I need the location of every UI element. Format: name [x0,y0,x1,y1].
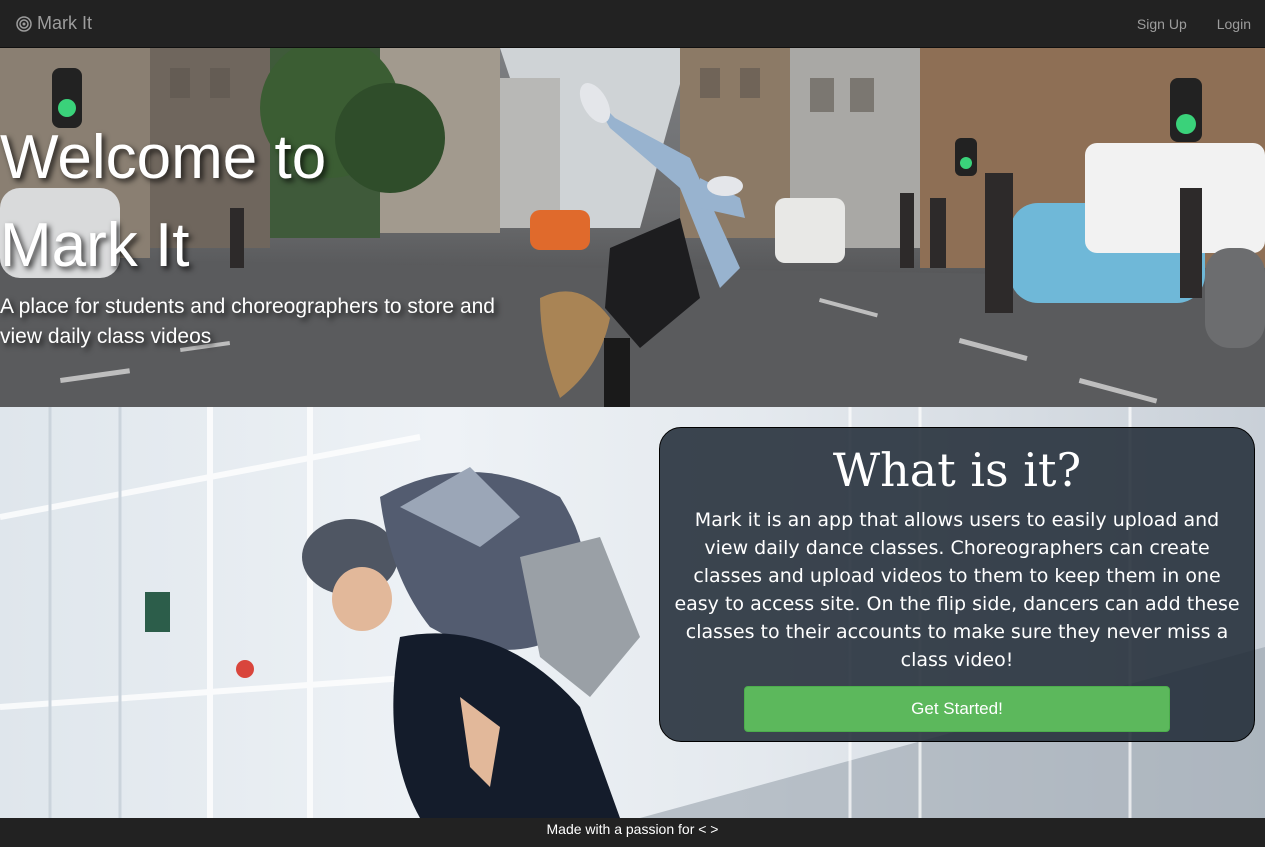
hero-text: Welcome to Mark It A place for students … [0,114,520,352]
hero-title-line1: Welcome to [0,123,327,192]
navbar: Mark It Sign Up Login [0,0,1265,48]
info-body: Mark it is an app that allows users to e… [674,509,1240,671]
get-started-button[interactable]: Get Started! [744,686,1170,732]
brand-name: Mark It [37,13,93,33]
footer: Made with a passion for < > [0,818,1265,847]
hero-title-line2: Mark It [0,211,190,280]
info-heading: What is it? [832,443,1082,497]
brand-link[interactable]: Mark It [16,13,92,34]
signup-link[interactable]: Sign Up [1137,16,1187,32]
info-card: What is it? Mark it is an app that allow… [659,427,1255,742]
hero-title: Welcome to Mark It [0,114,520,290]
about-section: What is it? Mark it is an app that allow… [0,407,1265,818]
login-link[interactable]: Login [1217,16,1251,32]
footer-text: Made with a passion for < > [546,821,719,837]
nav-links: Sign Up Login [1107,16,1251,32]
hero-subtitle: A place for students and choreographers … [0,295,495,348]
hero-section: Welcome to Mark It A place for students … [0,48,1265,407]
target-icon [16,15,32,32]
